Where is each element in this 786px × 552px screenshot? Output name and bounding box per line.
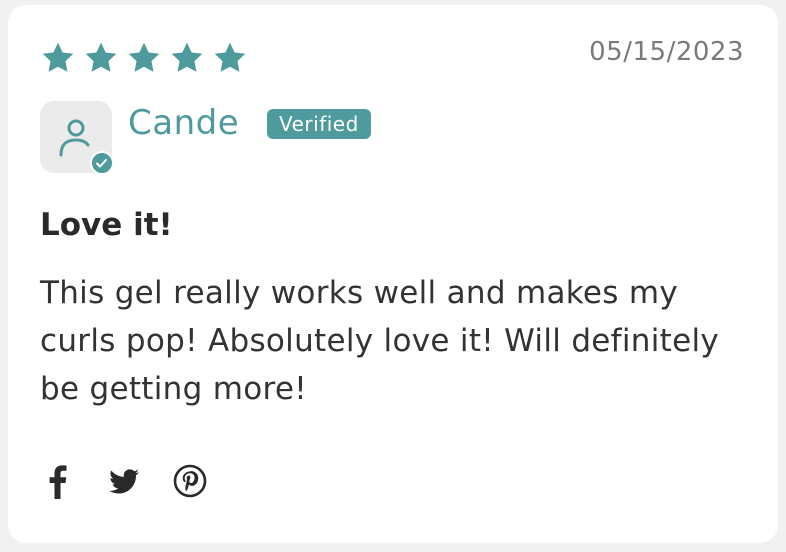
facebook-icon[interactable] xyxy=(40,461,76,501)
verified-check-icon xyxy=(90,151,114,175)
user-icon xyxy=(59,119,90,157)
share-links xyxy=(40,461,208,501)
star-icon xyxy=(83,40,119,76)
reviewer-name: Cande xyxy=(128,103,240,143)
review-body: This gel really works well and makes my … xyxy=(40,275,720,407)
review-title: Love it! xyxy=(40,207,173,243)
pinterest-icon[interactable] xyxy=(172,461,208,501)
twitter-icon[interactable] xyxy=(106,461,142,501)
review-card: 05/15/2023 Cande Verified Love it! This … xyxy=(8,5,778,543)
avatar xyxy=(40,101,114,175)
star-icon xyxy=(212,40,248,76)
verified-badge: Verified xyxy=(267,109,371,139)
star-icon xyxy=(126,40,162,76)
review-date: 05/15/2023 xyxy=(589,37,744,67)
star-rating xyxy=(40,40,248,76)
star-icon xyxy=(169,40,205,76)
star-icon xyxy=(40,40,76,76)
